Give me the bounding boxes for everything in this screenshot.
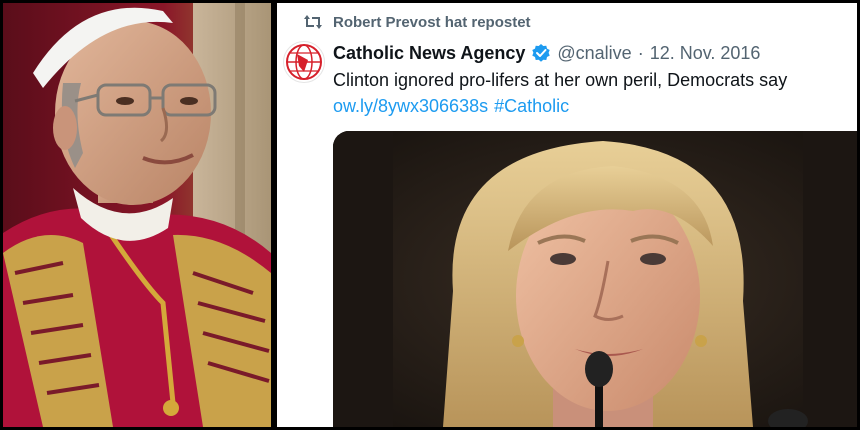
repost-label: Robert Prevost hat repostet [333,13,531,31]
author-handle[interactable]: @cnalive [557,43,631,64]
repost-indicator[interactable]: Robert Prevost hat repostet [303,11,531,33]
repost-icon [303,13,323,31]
verified-badge-icon [531,43,551,63]
tweet-date[interactable]: 12. Nov. 2016 [650,43,761,64]
left-photo [3,3,271,427]
tweet-links: ow.ly/8ywx306638s #Catholic [333,93,569,119]
tweet-card[interactable]: Robert Prevost hat repostet Catholic New… [277,3,857,427]
tweet-media-image[interactable] [333,131,857,427]
author-avatar[interactable] [283,41,325,83]
tweet-text: Clinton ignored pro-lifers at her own pe… [333,70,788,90]
tweet-header: Catholic News Agency @cnalive · 12. Nov.… [333,41,760,65]
globe-logo-icon [286,44,322,80]
separator-dot: · [637,42,644,63]
hashtag-link[interactable]: #Catholic [494,93,569,119]
author-name[interactable]: Catholic News Agency [333,43,525,64]
tweet-link[interactable]: ow.ly/8ywx306638s [333,93,488,119]
